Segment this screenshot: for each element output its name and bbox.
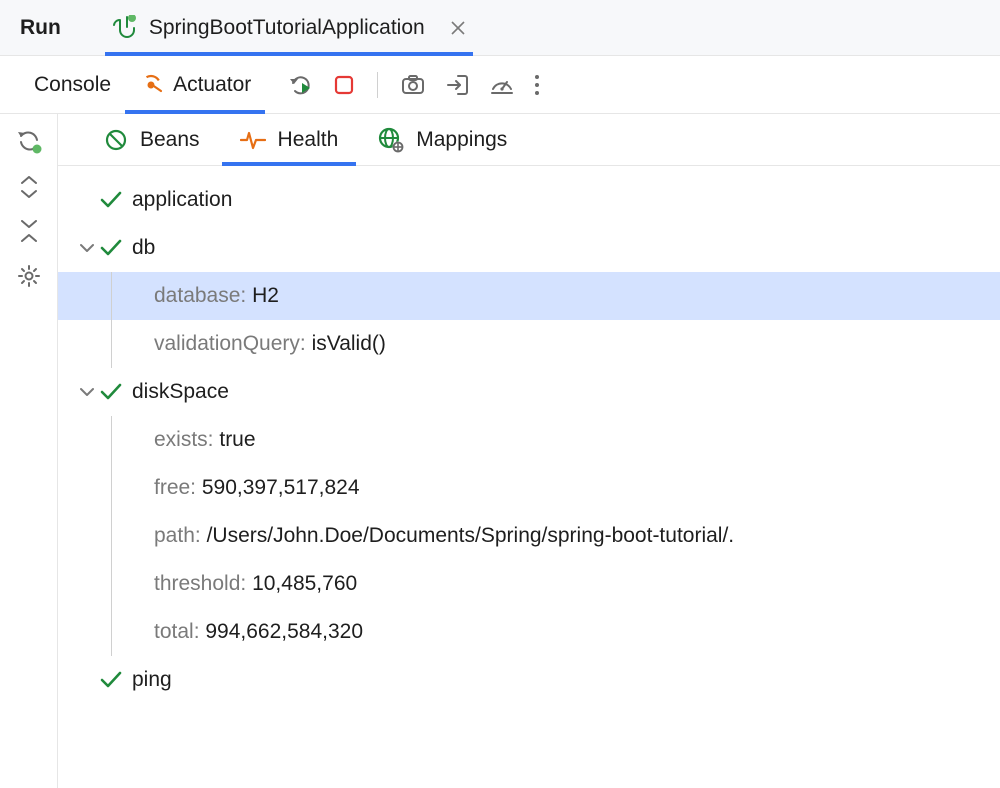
chevron-down-icon[interactable]: [76, 243, 98, 253]
check-icon: [100, 671, 122, 689]
tree-key: database:: [154, 284, 246, 308]
tab-health[interactable]: Health: [222, 114, 357, 165]
app-tab[interactable]: SpringBootTutorialApplication: [109, 0, 469, 55]
tree-guide: [111, 608, 112, 656]
content-panel: Beans Health: [58, 114, 1000, 788]
rerun-button[interactable]: [289, 73, 313, 97]
tab-mappings[interactable]: Mappings: [360, 114, 525, 165]
tree-node-label: diskSpace: [132, 380, 229, 404]
tab-console-label: Console: [34, 73, 111, 97]
tree-leaf-database[interactable]: database: H2: [58, 272, 1000, 320]
tree-node-db[interactable]: db: [58, 224, 1000, 272]
toolbar-divider: [377, 72, 378, 98]
tree-node-diskspace[interactable]: diskSpace: [58, 368, 1000, 416]
tab-beans-label: Beans: [140, 128, 200, 152]
check-icon: [100, 191, 122, 209]
tree-value: isValid(): [312, 332, 386, 356]
tree-guide: [111, 320, 112, 368]
tree-leaf-validationquery[interactable]: validationQuery: isValid(): [58, 320, 1000, 368]
check-icon: [100, 239, 122, 257]
left-gutter: [0, 114, 58, 788]
tree-key: path:: [154, 524, 201, 548]
tree-node-ping[interactable]: ping: [58, 656, 1000, 704]
app-tab-label: SpringBootTutorialApplication: [149, 16, 425, 40]
tree-value: 994,662,584,320: [205, 620, 363, 644]
exit-button[interactable]: [446, 73, 470, 97]
tree-key: validationQuery:: [154, 332, 306, 356]
tree-guide: [111, 512, 112, 560]
check-icon: [100, 383, 122, 401]
tree-value: 590,397,517,824: [202, 476, 360, 500]
tree-leaf-path[interactable]: path: /Users/John.Doe/Documents/Spring/s…: [58, 512, 1000, 560]
tree-guide: [111, 416, 112, 464]
tree-guide: [111, 464, 112, 512]
tree-leaf-free[interactable]: free: 590,397,517,824: [58, 464, 1000, 512]
chevron-down-icon[interactable]: [76, 387, 98, 397]
toolbar: Console Actuator: [0, 56, 1000, 114]
tab-health-label: Health: [278, 128, 339, 152]
beans-icon: [104, 128, 128, 152]
tree-leaf-threshold[interactable]: threshold: 10,485,760: [58, 560, 1000, 608]
mappings-icon: [378, 127, 404, 153]
health-tree: application db database:: [58, 166, 1000, 714]
tree-node-label: ping: [132, 668, 172, 692]
tree-node-label: application: [132, 188, 232, 212]
close-tab-button[interactable]: [451, 21, 465, 35]
settings-button[interactable]: [17, 264, 41, 288]
thread-dump-button[interactable]: [400, 74, 426, 96]
tree-leaf-exists[interactable]: exists: true: [58, 416, 1000, 464]
main-area: Beans Health: [0, 114, 1000, 788]
tree-guide: [111, 560, 112, 608]
refresh-button[interactable]: [16, 128, 42, 154]
tree-key: threshold:: [154, 572, 246, 596]
tree-guide: [111, 272, 112, 320]
health-icon: [240, 129, 266, 151]
tree-node-label: db: [132, 236, 155, 260]
tree-key: exists:: [154, 428, 214, 452]
tree-node-application[interactable]: application: [58, 176, 1000, 224]
tab-actuator[interactable]: Actuator: [125, 56, 265, 113]
run-title: Run: [20, 16, 61, 40]
content-tabs: Beans Health: [58, 114, 1000, 166]
tab-console[interactable]: Console: [20, 56, 125, 113]
collapse-all-button[interactable]: [19, 220, 39, 242]
expand-all-button[interactable]: [19, 176, 39, 198]
tree-key: total:: [154, 620, 200, 644]
tree-value: /Users/John.Doe/Documents/Spring/spring-…: [207, 524, 735, 548]
tree-value: 10,485,760: [252, 572, 357, 596]
stop-button[interactable]: [333, 74, 355, 96]
tree-value: H2: [252, 284, 279, 308]
tab-mappings-label: Mappings: [416, 128, 507, 152]
tab-actuator-label: Actuator: [173, 73, 251, 97]
actuator-icon: [139, 73, 163, 97]
tree-key: free:: [154, 476, 196, 500]
top-header: Run SpringBootTutorialApplication: [0, 0, 1000, 56]
tree-value: true: [219, 428, 255, 452]
spring-boot-run-icon: [113, 15, 139, 41]
profiler-button[interactable]: [490, 73, 514, 97]
tab-beans[interactable]: Beans: [86, 114, 218, 165]
more-button[interactable]: [534, 74, 540, 96]
tree-leaf-total[interactable]: total: 994,662,584,320: [58, 608, 1000, 656]
